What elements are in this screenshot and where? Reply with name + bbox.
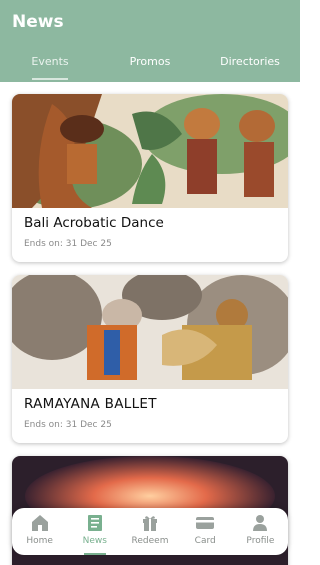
nav-label: Home: [26, 536, 53, 546]
event-card-ramayana[interactable]: RAMAYANA BALLET Ends on: 31 Dec 25: [12, 275, 288, 443]
card-icon: [196, 517, 215, 529]
page-title: News: [12, 12, 64, 32]
tab-directories[interactable]: Directories: [200, 50, 300, 82]
nav-news[interactable]: News: [67, 508, 122, 555]
bali-dancers-image: [12, 94, 288, 208]
profile-icon: [253, 515, 268, 531]
gift-icon: [143, 516, 157, 531]
nav-home[interactable]: Home: [12, 508, 67, 555]
nav-label: Profile: [246, 536, 275, 546]
events-list: Bali Acrobatic Dance Ends on: 31 Dec 25 …: [0, 82, 300, 565]
tab-events[interactable]: Events: [0, 50, 100, 82]
news-icon: [87, 515, 102, 531]
nav-profile[interactable]: Profile: [233, 508, 288, 555]
nav-redeem[interactable]: Redeem: [122, 508, 177, 555]
app-header: News Events Promos Directories: [0, 0, 300, 82]
event-title: Bali Acrobatic Dance: [24, 215, 164, 231]
news-tabs: Events Promos Directories: [0, 50, 300, 82]
ramayana-dancers-image: [12, 275, 288, 389]
home-icon: [31, 515, 48, 531]
tab-promos[interactable]: Promos: [100, 50, 200, 82]
nav-label: News: [82, 536, 107, 546]
event-end-date: Ends on: 31 Dec 25: [24, 420, 112, 430]
nav-label: Redeem: [131, 536, 169, 546]
event-title: RAMAYANA BALLET: [24, 396, 157, 412]
nav-card[interactable]: Card: [178, 508, 233, 555]
nav-label: Card: [194, 536, 216, 546]
event-end-date: Ends on: 31 Dec 25: [24, 239, 112, 249]
bottom-nav: Home News Redeem Card Profile: [12, 508, 288, 555]
event-card-bali[interactable]: Bali Acrobatic Dance Ends on: 31 Dec 25: [12, 94, 288, 262]
